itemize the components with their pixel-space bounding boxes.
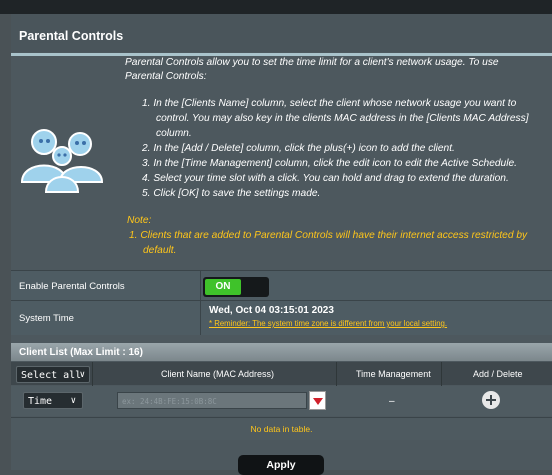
time-management-value: – (389, 396, 395, 407)
add-client-icon[interactable] (482, 391, 500, 409)
instruction-steps: 1. In the [Clients Name] column, select … (142, 96, 538, 201)
chevron-down-icon: ∨ (79, 370, 85, 380)
enable-parental-controls-toggle[interactable]: ON (203, 277, 269, 297)
instruction-step: 4. Select your time slot with a click. Y… (142, 173, 509, 184)
timezone-reminder-link[interactable]: * Reminder: The system time zone is diff… (209, 319, 447, 328)
enable-parental-controls-row: Enable Parental Controls (11, 270, 552, 300)
chevron-down-icon: ∨ (70, 396, 76, 406)
enable-parental-controls-label: Enable Parental Controls (19, 281, 125, 292)
column-time-management: Time Management (356, 369, 431, 379)
page-title: Parental Controls (19, 29, 124, 43)
note-label: Note: (127, 215, 152, 226)
empty-table-row: No data in table. (11, 417, 552, 440)
apply-button[interactable]: Apply (238, 455, 324, 475)
instruction-step: 3. In the [Time Management] column, clic… (142, 158, 517, 169)
toggle-on-indicator: ON (205, 279, 241, 295)
client-dropdown-button[interactable] (309, 391, 326, 410)
column-add-delete: Add / Delete (473, 369, 523, 379)
select-all-dropdown[interactable]: Select all ∨ (16, 366, 90, 383)
mac-address-input[interactable]: ex: 24:4B:FE:15:0B:8C (117, 392, 307, 409)
client-list-title: Client List (Max Limit : 16) (19, 347, 143, 358)
column-client-name: Client Name (MAC Address) (161, 369, 275, 379)
panel-title-bar: Parental Controls (11, 14, 552, 52)
family-icon (20, 129, 104, 193)
select-all-label: Select all (21, 370, 82, 381)
row-divider (200, 271, 201, 300)
row-divider (200, 301, 201, 335)
mode-selected-value: Time (28, 396, 53, 407)
note-block: Note: 1. Clients that are added to Paren… (125, 213, 535, 258)
empty-table-text: No data in table. (250, 424, 313, 434)
intro-text: Parental Controls allow you to set the t… (125, 57, 499, 82)
system-time-value: Wed, Oct 04 03:15:01 2023 (209, 305, 334, 316)
top-bar (0, 0, 552, 14)
instruction-step: 2. In the [Add / Delete] column, click t… (142, 143, 455, 154)
instruction-step: 1. In the [Clients Name] column, select … (142, 98, 529, 139)
note-item: 1. Clients that are added to Parental Co… (129, 230, 528, 256)
instruction-step: 5. Click [OK] to save the settings made. (142, 188, 321, 199)
system-time-label: System Time (19, 313, 74, 324)
client-list-header: Client List (Max Limit : 16) (11, 343, 552, 361)
mode-dropdown[interactable]: Time ∨ (23, 392, 83, 409)
